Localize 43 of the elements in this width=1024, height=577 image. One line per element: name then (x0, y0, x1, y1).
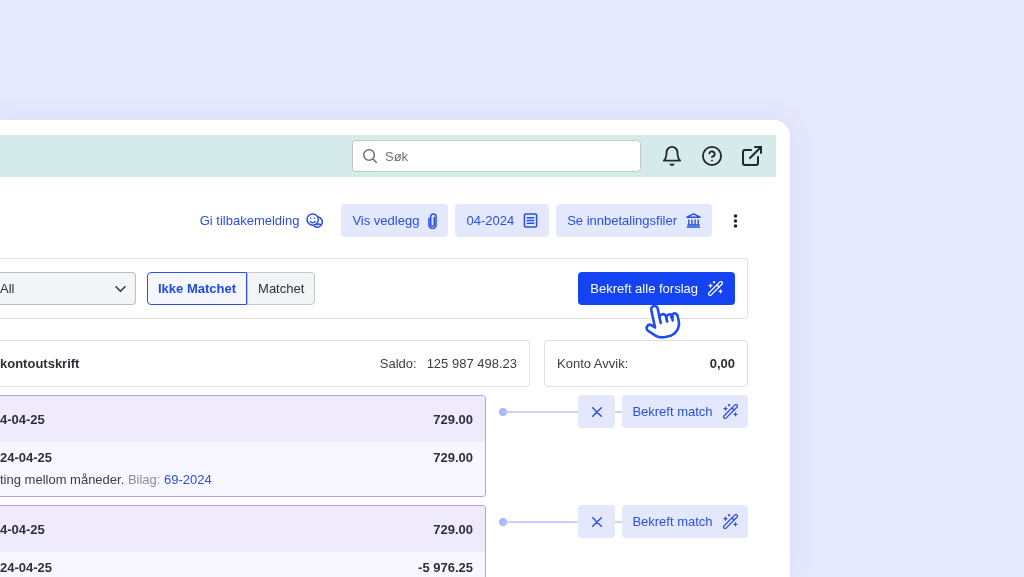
feedback-link[interactable]: Gi tilbakemelding (199, 213, 326, 228)
magic-wand-icon (722, 514, 738, 529)
close-icon (591, 406, 602, 417)
ledger-amount: -5 976.25 (418, 560, 473, 576)
confirm-all-button[interactable]: Bekreft alle forslag (578, 272, 735, 305)
period-button[interactable]: 04-2024 (455, 204, 550, 237)
confirm-match-button[interactable]: Bekreft match (622, 395, 748, 428)
ledger-date: 24-04-25 (0, 560, 53, 576)
filter-segment-tab[interactable]: Ikke Matchet (147, 272, 248, 305)
bank-amount: 729.00 (433, 411, 473, 427)
connector-line (615, 410, 622, 413)
bank-date: 4-04-25 (0, 521, 45, 537)
connector-line (615, 520, 622, 523)
deviation-label: Konto Avvik: (557, 356, 629, 371)
bank-date: 4-04-25 (0, 411, 45, 427)
attachments-button[interactable]: Vis vedlegg (341, 204, 449, 237)
document-lines-icon (523, 213, 539, 228)
balance-value: 125 987 498.23 (426, 356, 517, 371)
smiley-faces-icon (306, 213, 326, 228)
external-link-icon[interactable] (742, 146, 762, 166)
bank-amount: 729.00 (433, 521, 473, 537)
payment-files-button[interactable]: Se innbetalingsfiler (556, 204, 712, 237)
statement-title: kontoutskrift (0, 356, 80, 371)
confirm-match-button[interactable]: Bekreft match (622, 505, 748, 538)
bank-icon (686, 213, 701, 228)
paperclip-icon (428, 212, 438, 229)
ledger-date: 24-04-25 (0, 450, 53, 466)
search-field[interactable]: Søk (352, 140, 641, 172)
chevron-down-icon (115, 285, 126, 292)
bell-icon[interactable] (662, 146, 682, 166)
magic-wand-icon (722, 404, 738, 419)
filter-select[interactable]: All (0, 272, 136, 305)
balance-label: Saldo: (379, 356, 417, 371)
ledger-amount: 729.00 (433, 450, 473, 466)
close-icon (591, 516, 602, 527)
transaction-description: ting mellom måneder. Bilag: 69-2024 (0, 472, 212, 488)
search-icon (363, 149, 377, 163)
deviation-value: 0,00 (709, 356, 735, 371)
voucher-link[interactable]: 69-2024 (164, 472, 212, 487)
more-options-icon[interactable] (733, 212, 738, 229)
filter-segment-tab[interactable]: Matchet (247, 272, 316, 305)
magic-wand-icon (708, 281, 723, 296)
help-icon[interactable] (702, 146, 722, 166)
